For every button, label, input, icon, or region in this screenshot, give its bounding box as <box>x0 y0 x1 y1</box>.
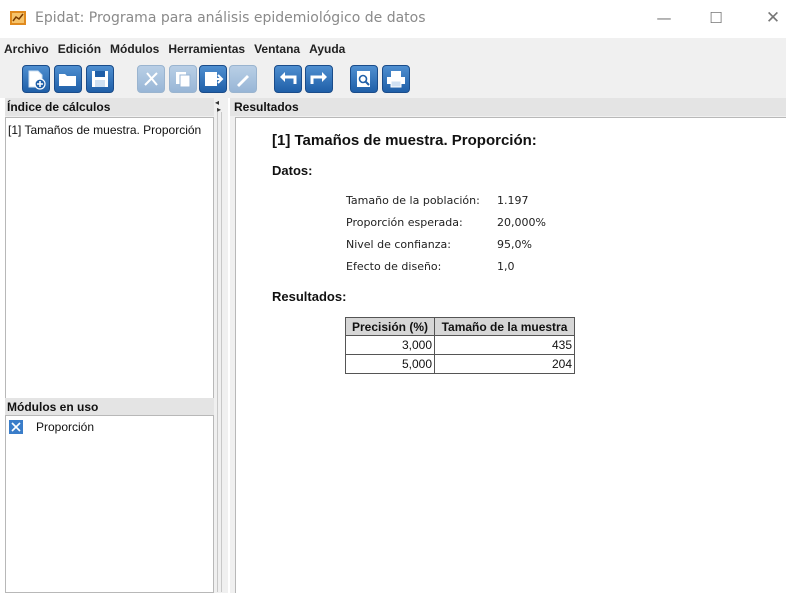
redo-icon <box>310 72 327 84</box>
menu-archivo[interactable]: Archivo <box>4 42 49 56</box>
data-label: Proporción esperada: <box>346 216 463 229</box>
save-icon <box>92 71 108 87</box>
toolbar <box>0 60 786 98</box>
module-item-label: Proporción <box>36 420 95 434</box>
data-value: 20,000% <box>497 216 546 229</box>
results-content: [1] Tamaños de muestra. Proporción: Dato… <box>235 117 786 593</box>
print-icon <box>387 71 405 88</box>
splitter-line <box>221 112 222 592</box>
paste-icon <box>205 72 224 86</box>
maximize-button[interactable]: ☐ <box>701 6 731 30</box>
menu-edicion[interactable]: Edición <box>58 42 101 56</box>
data-value: 1.197 <box>497 194 529 207</box>
result-title: [1] Tamaños de muestra. Proporción: <box>272 132 537 149</box>
sample-size-cell: 204 <box>434 354 575 374</box>
undo-icon <box>280 72 297 84</box>
window-title: Epidat: Programa para análisis epidemiol… <box>35 10 426 26</box>
results-panel-header: Resultados <box>230 98 786 116</box>
copy-icon <box>176 72 191 88</box>
edit-button[interactable] <box>229 65 257 93</box>
data-label: Nivel de confianza: <box>346 238 451 251</box>
data-label: Tamaño de la población: <box>346 194 480 207</box>
close-button[interactable]: ✕ <box>758 6 786 30</box>
data-value: 1,0 <box>497 260 515 273</box>
save-button[interactable] <box>86 65 114 93</box>
index-panel-header: Índice de cálculos <box>5 98 214 116</box>
precision-cell: 3,000 <box>345 335 435 355</box>
print-preview-button[interactable] <box>350 65 378 93</box>
print-button[interactable] <box>382 65 410 93</box>
module-item[interactable]: Proporción <box>6 416 213 434</box>
menu-ayuda[interactable]: Ayuda <box>309 42 345 56</box>
data-row: Nivel de confianza: 95,0% <box>346 238 546 260</box>
index-item[interactable]: [1] Tamaños de muestra. Proporción <box>6 118 213 137</box>
cut-icon <box>144 72 158 86</box>
column-header-sample-size: Tamaño de la muestra <box>434 317 575 336</box>
redo-button[interactable] <box>305 65 333 93</box>
precision-cell: 5,000 <box>345 354 435 374</box>
data-row: Efecto de diseño: 1,0 <box>346 260 546 282</box>
data-value: 95,0% <box>497 238 532 251</box>
title-bar: Epidat: Programa para análisis epidemiol… <box>0 0 786 38</box>
menu-ventana[interactable]: Ventana <box>254 42 300 56</box>
menu-modulos[interactable]: Módulos <box>110 42 159 56</box>
panel-splitter[interactable]: ◂ ▸ <box>214 98 228 593</box>
data-label: Efecto de diseño: <box>346 260 442 273</box>
open-button[interactable] <box>54 65 82 93</box>
modules-panel-header: Módulos en uso <box>5 398 214 416</box>
cut-button[interactable] <box>137 65 165 93</box>
left-panel: Índice de cálculos [1] Tamaños de muestr… <box>5 98 214 593</box>
print-preview-icon <box>357 71 370 87</box>
modules-in-use-list[interactable]: Proporción <box>5 415 214 593</box>
results-table: Precisión (%) Tamaño de la muestra 3,000… <box>345 317 575 374</box>
data-row: Tamaño de la población: 1.197 <box>346 194 546 216</box>
results-section-title: Resultados: <box>272 289 347 304</box>
column-header-precision: Precisión (%) <box>345 317 435 336</box>
copy-button[interactable] <box>169 65 197 93</box>
new-button[interactable] <box>22 65 50 93</box>
module-proportion-icon <box>9 420 23 434</box>
table-row: 5,000 204 <box>345 354 575 374</box>
paste-button[interactable] <box>199 65 227 93</box>
edit-icon <box>237 75 249 87</box>
minimize-button[interactable]: — <box>649 6 679 30</box>
open-icon <box>59 74 76 86</box>
table-row: 3,000 435 <box>345 335 575 355</box>
epidat-app-icon <box>10 11 26 25</box>
table-header-row: Precisión (%) Tamaño de la muestra <box>345 317 575 336</box>
data-row: Proporción esperada: 20,000% <box>346 216 546 238</box>
data-section-title: Datos: <box>272 163 313 178</box>
results-panel: Resultados [1] Tamaños de muestra. Propo… <box>230 98 786 593</box>
undo-button[interactable] <box>274 65 302 93</box>
new-icon <box>28 70 46 90</box>
menu-bar: Archivo Edición Módulos Herramientas Ven… <box>0 38 786 60</box>
menu-herramientas[interactable]: Herramientas <box>168 42 245 56</box>
sample-size-cell: 435 <box>434 335 575 355</box>
input-data-list: Tamaño de la población: 1.197 Proporción… <box>346 194 546 282</box>
splitter-line <box>217 112 218 592</box>
